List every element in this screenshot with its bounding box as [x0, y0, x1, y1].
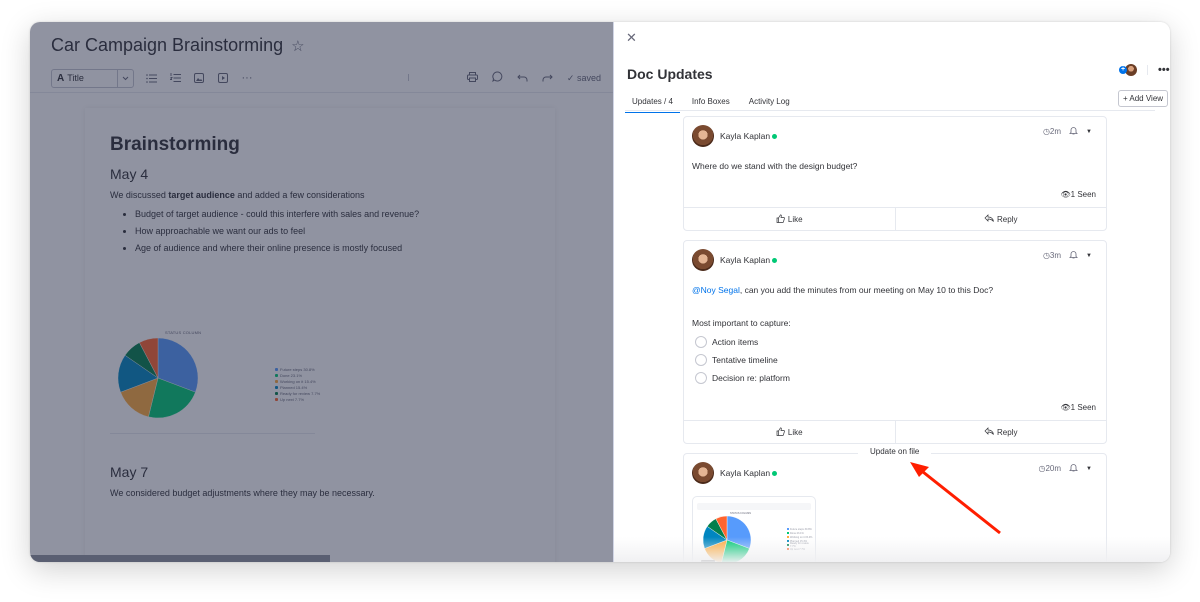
thumbs-up-icon [776, 213, 785, 225]
reply-button[interactable]: Reply [894, 208, 1107, 230]
thumbnail-chart-title: STATUS COLUMN [730, 512, 752, 515]
caret-down-icon[interactable]: ▼ [1086, 253, 1092, 259]
online-status-icon [772, 258, 778, 263]
mention-link[interactable]: @Noy Segal [692, 285, 740, 295]
bottom-fade [614, 537, 1170, 562]
avatar[interactable] [692, 125, 714, 147]
online-status-icon [772, 134, 778, 139]
author-name[interactable]: Kayla Kaplan [720, 255, 778, 265]
like-label: Like [787, 427, 803, 437]
bell-icon[interactable] [1069, 126, 1079, 137]
reply-label: Reply [997, 214, 1018, 224]
checklist-label: Decision re: platform [712, 373, 790, 383]
author-name[interactable]: Kayla Kaplan [720, 131, 778, 141]
author-label: Kayla Kaplan [720, 131, 771, 141]
update-header: Kayla Kaplan [692, 462, 778, 484]
subscribers[interactable]: + ••• [1119, 64, 1170, 76]
legend-label: Future steps 30.8% [790, 527, 812, 531]
online-status-icon [772, 471, 778, 476]
update-text: @Noy Segal, can you add the minutes from… [692, 285, 993, 295]
modal-overlay[interactable] [30, 22, 613, 562]
add-view-button[interactable]: + Add View [1118, 90, 1168, 107]
bell-icon[interactable] [1069, 463, 1079, 474]
reply-label: Reply [997, 427, 1018, 437]
time-ago: ◷20m [1039, 464, 1062, 473]
horizontal-scrollbar[interactable] [30, 555, 330, 562]
checkbox-circle-icon[interactable] [695, 372, 707, 384]
legend-label: Done 23.1% [790, 531, 804, 535]
update-text: Where do we stand with the design budget… [692, 161, 858, 171]
eye-icon: 👁︎ [1060, 403, 1071, 412]
like-button[interactable]: Like [684, 208, 895, 230]
app-window: Car Campaign Brainstorming ☆ A Title [30, 22, 1170, 562]
thumbs-up-icon [776, 426, 785, 438]
reply-icon [984, 427, 994, 437]
avatar[interactable] [692, 249, 714, 271]
checklist: Action items Tentative timeline Decision… [695, 333, 790, 387]
screenshot-stage: Car Campaign Brainstorming ☆ A Title [0, 0, 1200, 602]
checklist-label: Tentative timeline [712, 355, 778, 365]
divider [1147, 65, 1148, 75]
like-button[interactable]: Like [684, 421, 895, 443]
reply-icon [984, 214, 994, 224]
update-actions: Like Reply [684, 207, 1106, 230]
update-header: Kayla Kaplan [692, 249, 778, 271]
bell-icon[interactable] [1069, 250, 1079, 261]
seen-count[interactable]: 👁︎1 Seen [1060, 190, 1096, 199]
clock-icon: ◷ [1042, 127, 1050, 136]
like-label: Like [787, 214, 803, 224]
reply-button[interactable]: Reply [894, 421, 1107, 443]
author-label: Kayla Kaplan [720, 255, 771, 265]
checklist-item[interactable]: Decision re: platform [695, 369, 790, 387]
update-meta: ◷3m ▼ [1043, 250, 1092, 261]
update-text-body: , can you add the minutes from our meeti… [739, 285, 994, 295]
more-options-icon[interactable]: ••• [1158, 64, 1170, 76]
seen-label: 1 Seen [1070, 190, 1096, 199]
panel-title: Doc Updates [627, 66, 713, 82]
checklist-label: Action items [712, 337, 759, 347]
add-subscriber-icon[interactable]: + [1119, 66, 1127, 74]
update-meta: ◷2m ▼ [1043, 126, 1092, 137]
avatar[interactable] [692, 462, 714, 484]
checklist-item[interactable]: Action items [695, 333, 790, 351]
update-meta: ◷20m ▼ [1039, 463, 1093, 474]
tabs-divider [625, 110, 1155, 111]
time-label: 2m [1049, 127, 1062, 136]
caret-down-icon[interactable]: ▼ [1086, 466, 1092, 472]
seen-count[interactable]: 👁︎1 Seen [1060, 403, 1096, 412]
time-label: 3m [1049, 251, 1062, 260]
close-icon[interactable]: ✕ [626, 30, 637, 46]
caret-down-icon[interactable]: ▼ [1086, 129, 1092, 135]
eye-icon: 👁︎ [1060, 190, 1071, 199]
clock-icon: ◷ [1042, 251, 1050, 260]
doc-editor: Car Campaign Brainstorming ☆ A Title [30, 22, 613, 562]
checklist-item[interactable]: Tentative timeline [695, 351, 790, 369]
legend-item: Future steps 30.8% [787, 527, 815, 531]
seen-label: 1 Seen [1070, 403, 1096, 412]
author-label: Kayla Kaplan [720, 468, 771, 478]
update-card: Kayla Kaplan ◷3m ▼ @Noy Segal, can you a… [683, 240, 1107, 444]
time-label: 20m [1045, 464, 1062, 473]
checkbox-circle-icon[interactable] [695, 336, 707, 348]
time-ago: ◷3m [1043, 251, 1061, 260]
time-ago: ◷2m [1043, 127, 1061, 136]
update-header: Kayla Kaplan [692, 125, 778, 147]
update-subheading: Most important to capture: [692, 318, 791, 328]
update-card: Kayla Kaplan ◷2m ▼ Where do we stand wit… [683, 116, 1107, 231]
update-on-file-label: Update on file [858, 447, 932, 456]
legend-swatch [787, 528, 789, 530]
checkbox-circle-icon[interactable] [695, 354, 707, 366]
thumbnail-header-bar [697, 503, 811, 510]
author-name[interactable]: Kayla Kaplan [720, 468, 778, 478]
update-actions: Like Reply [684, 420, 1106, 443]
legend-swatch [787, 532, 789, 534]
updates-panel: ✕ Doc Updates + ••• + Add View Updates /… [613, 22, 1170, 562]
